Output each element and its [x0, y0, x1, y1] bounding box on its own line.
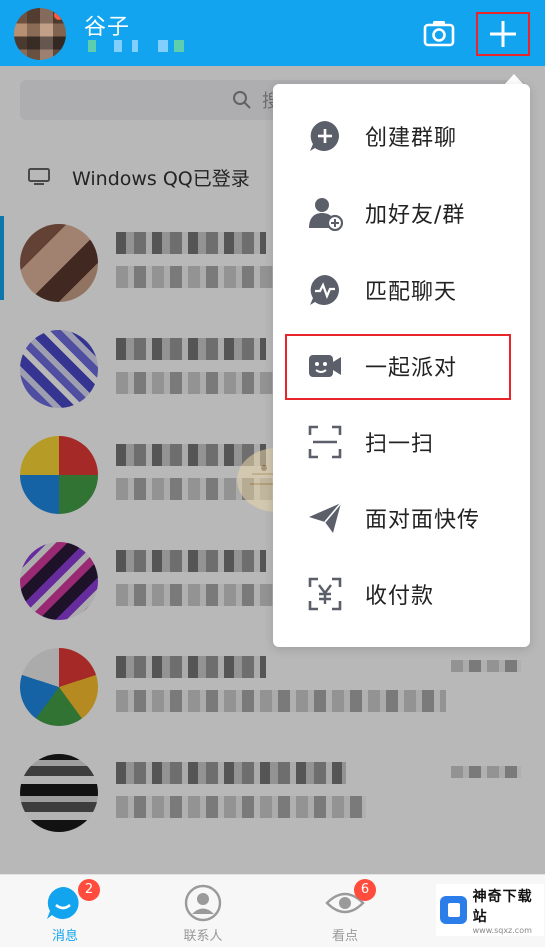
notification-dot	[54, 10, 64, 20]
brand-logo-icon	[440, 896, 467, 924]
top-header: 谷子	[0, 0, 545, 66]
add-friend-icon	[309, 198, 343, 231]
user-avatar[interactable]	[14, 8, 66, 60]
camera-button[interactable]	[422, 16, 456, 50]
user-name[interactable]: 谷子	[84, 9, 130, 41]
create-group-icon	[310, 121, 339, 151]
face-transfer-icon	[309, 502, 342, 533]
camera-icon	[423, 21, 455, 47]
scan-icon	[308, 425, 342, 459]
brand-url: www.sqxz.com	[472, 925, 532, 935]
menu-item-create-group[interactable]: 创建群聊	[273, 96, 530, 172]
menu-label: 扫一扫	[365, 432, 435, 457]
menu-item-scan[interactable]: 扫一扫	[273, 402, 530, 478]
menu-label: 加好友/群	[365, 203, 466, 228]
user-status[interactable]	[88, 40, 196, 52]
brand-watermark: 神奇下载站 www.sqxz.com	[436, 884, 544, 936]
menu-label: 匹配聊天	[365, 280, 458, 305]
plus-button[interactable]	[476, 12, 530, 56]
menu-label: 收付款	[365, 584, 435, 609]
payment-icon	[308, 577, 342, 611]
menu-item-add-friend[interactable]: 加好友/群	[273, 173, 530, 249]
match-chat-icon	[310, 275, 339, 305]
brand-title: 神奇下载站	[472, 888, 533, 925]
menu-label: 面对面快传	[365, 508, 481, 533]
party-highlight-box	[285, 334, 511, 400]
menu-item-payment[interactable]: 收付款	[273, 554, 530, 630]
menu-label: 创建群聊	[365, 126, 458, 151]
menu-item-match-chat[interactable]: 匹配聊天	[273, 250, 530, 326]
menu-item-face-transfer[interactable]: 面对面快传	[273, 478, 530, 554]
plus-icon	[490, 21, 516, 47]
